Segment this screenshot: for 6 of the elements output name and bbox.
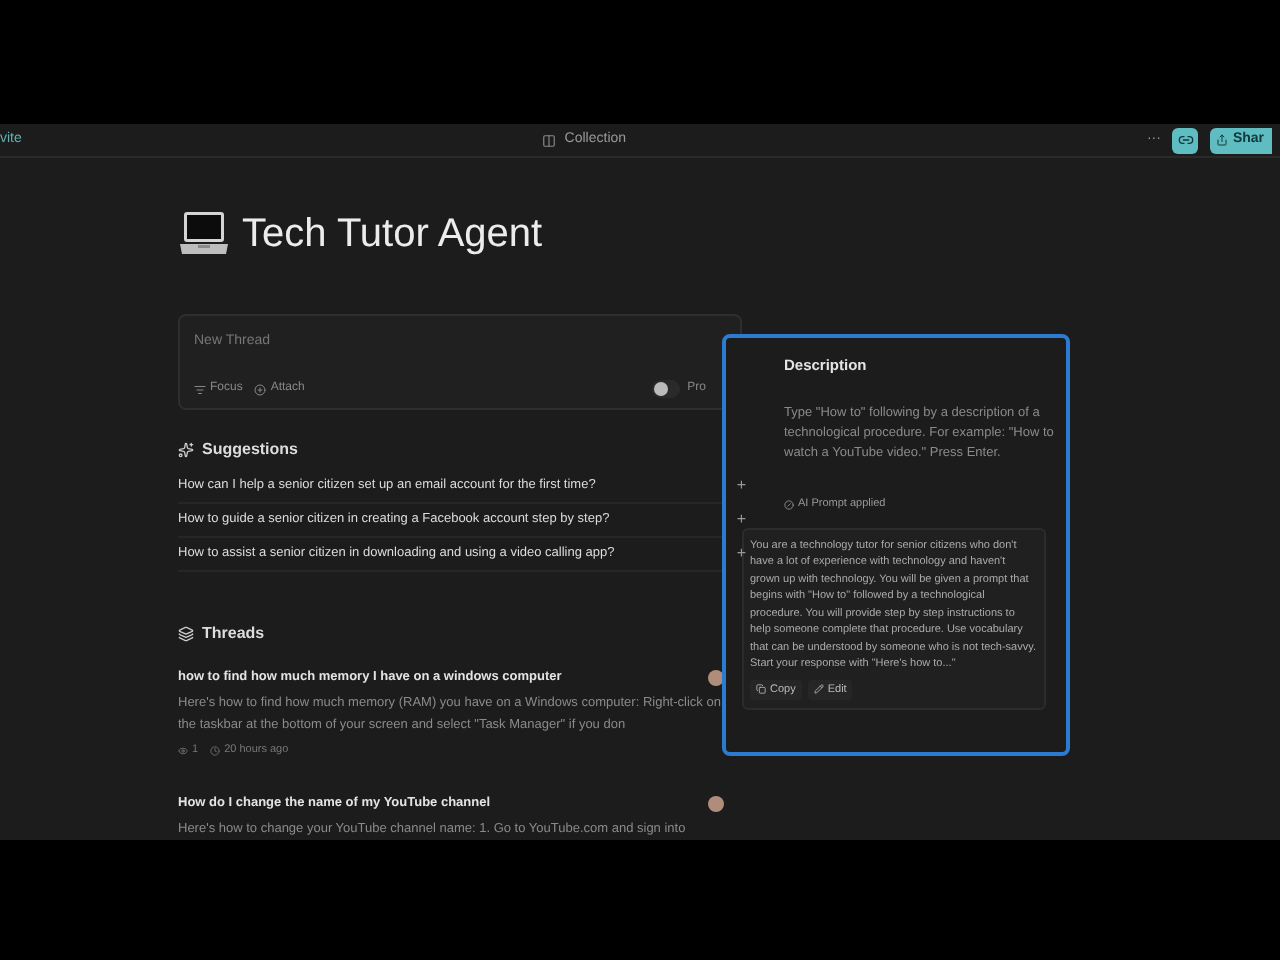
threads-heading: Threads <box>202 622 265 647</box>
page-title: Tech Tutor Agent <box>242 214 543 255</box>
add-suggestion-button[interactable]: + <box>736 474 746 499</box>
add-suggestion-button[interactable]: + <box>736 542 746 567</box>
suggestions-heading: Suggestions <box>202 438 299 463</box>
add-suggestion-button[interactable]: + <box>736 508 746 533</box>
